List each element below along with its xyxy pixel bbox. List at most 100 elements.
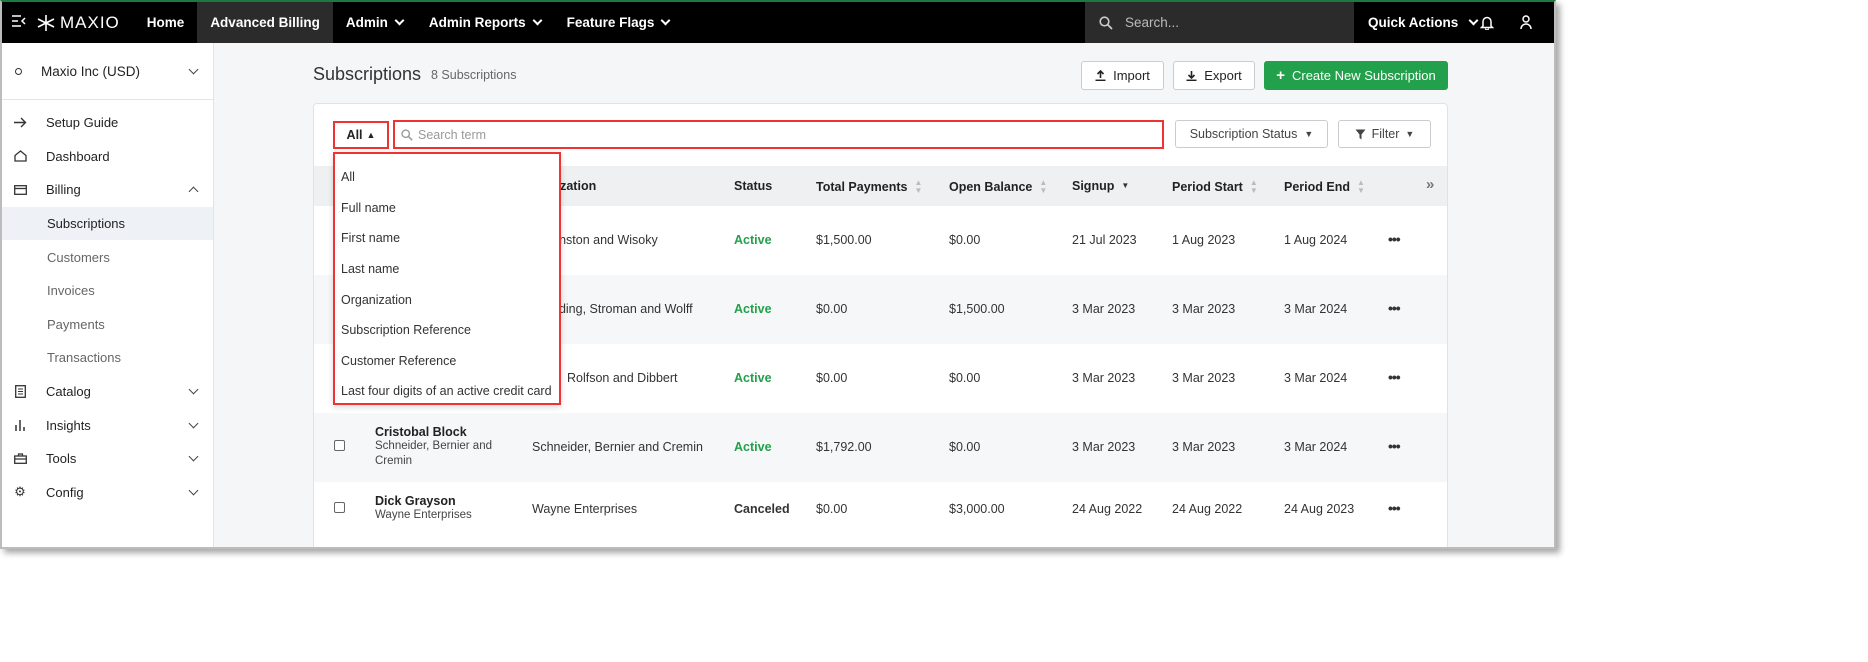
search-term-placeholder: Search term (418, 127, 487, 142)
nav-admin-label: Admin (345, 15, 388, 30)
nav-advanced-billing-label: Advanced Billing (210, 15, 320, 30)
chevron-down-icon (532, 15, 543, 26)
create-subscription-button[interactable]: + Create New Subscription (1264, 61, 1448, 90)
sort-icon: ▲ ▼ (1356, 178, 1365, 195)
row-total-payments: $1,500.00 (816, 233, 872, 247)
maxio-logo[interactable]: MAXIO (36, 13, 120, 33)
row-total-payments: $0.00 (816, 371, 848, 385)
sidebar-item-label: Insights (46, 417, 91, 433)
sidebar-item-billing[interactable]: Billing (2, 173, 213, 207)
sidebar-subitem-invoices[interactable]: Invoices (2, 274, 213, 308)
row-period-start: 3 Mar 2023 (1172, 371, 1236, 385)
export-button[interactable]: Export (1173, 61, 1255, 90)
search-icon (1099, 15, 1113, 30)
gear-icon: ⚙ (14, 484, 26, 500)
col-signup[interactable]: Signup ▼ (1072, 179, 1129, 193)
sidebar-item-dashboard[interactable]: Dashboard (2, 140, 213, 174)
col-period-end[interactable]: Period End ▲ ▼ (1284, 179, 1365, 195)
import-button[interactable]: Import (1081, 61, 1164, 90)
row-total-payments: $0.00 (816, 302, 848, 316)
catalog-icon (13, 385, 27, 399)
table-row[interactable]: Cristobal Block Schneider, Bernier and C… (314, 413, 1447, 482)
scope-option-customer-reference[interactable]: Customer Reference (335, 346, 559, 377)
caret-up-icon: ▲ (366, 130, 376, 140)
scope-option-full-name[interactable]: Full name (335, 193, 559, 224)
collapse-menu-icon[interactable] (2, 14, 36, 31)
subscription-status-dropdown[interactable]: Subscription Status ▼ (1175, 120, 1328, 148)
global-search-placeholder: Search... (1125, 15, 1180, 30)
top-nav: MAXIO Home Advanced Billing Admin Admin … (2, 2, 1554, 43)
row-period-start: 24 Aug 2022 (1172, 502, 1243, 516)
row-open-balance: $0.00 (949, 440, 981, 454)
search-term-input[interactable]: Search term (393, 120, 1164, 149)
col-total-payments[interactable]: Total Payments ▲ ▼ (816, 179, 922, 195)
scope-option-subscription-reference[interactable]: Subscription Reference (335, 315, 559, 346)
quick-actions-menu[interactable]: Quick Actions (1368, 2, 1479, 43)
row-customer: Dick Grayson Wayne Enterprises (375, 494, 515, 523)
upload-icon (1095, 70, 1106, 81)
row-actions-icon[interactable]: ••• (1388, 500, 1401, 516)
row-period-end: 3 Mar 2024 (1284, 302, 1348, 316)
row-period-end: 3 Mar 2024 (1284, 440, 1348, 454)
plus-icon: + (1276, 67, 1285, 84)
nav-advanced-billing[interactable]: Advanced Billing (197, 2, 333, 43)
col-period-start[interactable]: Period Start ▲ ▼ (1172, 179, 1258, 195)
brand-name: MAXIO (60, 12, 120, 32)
expand-columns-icon[interactable]: » (1426, 176, 1434, 193)
table-row[interactable]: Dick Grayson Wayne Enterprises Wayne Ent… (314, 482, 1447, 547)
row-signup: 3 Mar 2023 (1072, 302, 1136, 316)
row-period-start: 3 Mar 2023 (1172, 440, 1236, 454)
scope-option-organization[interactable]: Organization (335, 284, 559, 315)
sidebar-subitem-transactions[interactable]: Transactions (2, 341, 213, 375)
filter-button[interactable]: Filter ▼ (1338, 120, 1431, 148)
row-period-end: 24 Aug 2023 (1284, 502, 1355, 516)
col-open-balance[interactable]: Open Balance ▲ ▼ (949, 179, 1047, 195)
sidebar-subitem-subscriptions[interactable]: Subscriptions (2, 206, 213, 241)
row-period-end: 1 Aug 2024 (1284, 233, 1348, 247)
customer-name[interactable]: Cristobal Block (375, 425, 515, 439)
row-checkbox[interactable] (334, 502, 345, 513)
nav-admin[interactable]: Admin (333, 2, 416, 43)
sidebar-item-insights[interactable]: Insights (2, 408, 213, 442)
sidebar-item-setup-guide[interactable]: Setup Guide (2, 106, 213, 140)
row-actions-icon[interactable]: ••• (1388, 369, 1401, 385)
sidebar-item-catalog[interactable]: Catalog (2, 375, 213, 409)
chevron-down-icon (188, 384, 199, 395)
scope-option-last-name[interactable]: Last name (335, 254, 559, 285)
scope-option-credit-card-last-four[interactable]: Last four digits of an active credit car… (335, 376, 559, 407)
search-scope-dropdown[interactable]: All ▲ (333, 121, 389, 149)
sidebar-item-tools[interactable]: Tools (2, 442, 213, 476)
sidebar-subitem-payments[interactable]: Payments (2, 308, 213, 342)
status-badge: Active (734, 371, 772, 385)
row-actions-icon[interactable]: ••• (1388, 438, 1401, 454)
sidebar-subitem-label: Payments (47, 316, 105, 332)
scope-option-all[interactable]: All (335, 162, 559, 193)
account-switcher[interactable]: Maxio Inc (USD) (2, 43, 213, 100)
notification-bell-icon[interactable] (1480, 15, 1494, 30)
col-signup-label: Signup (1072, 179, 1115, 193)
scope-option-first-name[interactable]: First name (335, 223, 559, 254)
user-icon[interactable] (1520, 15, 1532, 30)
sidebar-subitem-customers[interactable]: Customers (2, 240, 213, 274)
customer-name[interactable]: Dick Grayson (375, 494, 515, 508)
nav-feature-flags-label: Feature Flags (566, 15, 655, 30)
row-actions-icon[interactable]: ••• (1388, 231, 1401, 247)
global-search-input[interactable]: Search... (1085, 2, 1354, 43)
nav-home[interactable]: Home (134, 2, 198, 43)
row-period-start: 1 Aug 2023 (1172, 233, 1236, 247)
sidebar-item-config[interactable]: ⚙ Config (2, 476, 213, 510)
row-checkbox[interactable] (334, 440, 345, 451)
account-dot-icon (15, 67, 22, 75)
row-open-balance: $0.00 (949, 233, 981, 247)
customer-organization: Schneider, Bernier and Cremin (375, 440, 492, 467)
status-badge: Active (734, 440, 772, 454)
row-actions-icon[interactable]: ••• (1388, 300, 1401, 316)
caret-down-icon: ▼ (1304, 129, 1314, 139)
row-organization: Schneider, Bernier and Cremin (532, 440, 703, 454)
nav-admin-reports[interactable]: Admin Reports (416, 2, 554, 43)
chevron-up-icon (188, 186, 199, 197)
row-customer: Cristobal Block Schneider, Bernier and C… (375, 425, 515, 469)
search-scope-menu: All Full name First name Last name Organ… (333, 152, 561, 405)
nav-feature-flags[interactable]: Feature Flags (554, 2, 683, 43)
sidebar-subitem-label: Transactions (47, 350, 121, 366)
